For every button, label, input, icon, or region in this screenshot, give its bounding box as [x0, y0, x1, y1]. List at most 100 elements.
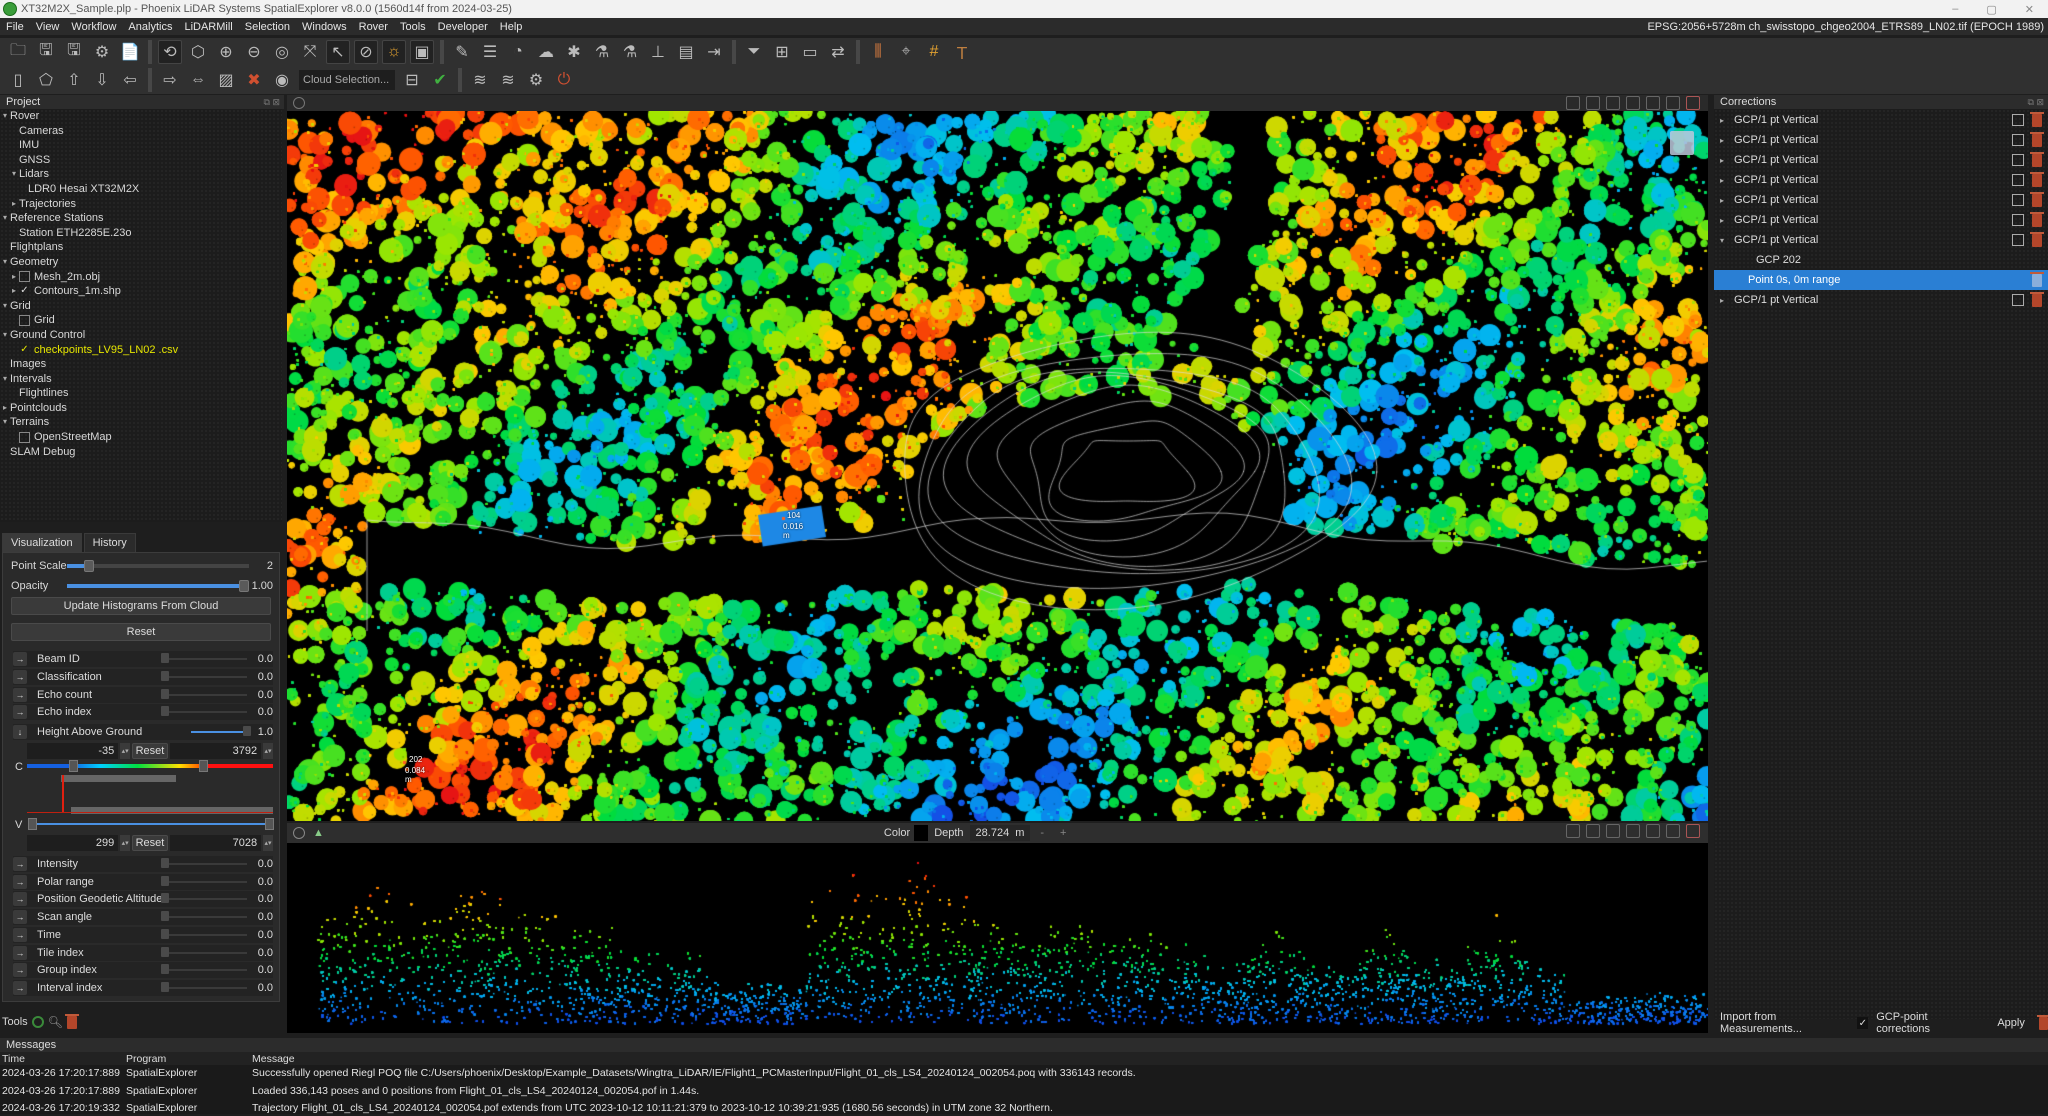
- attribute-slider[interactable]: [161, 653, 247, 663]
- split-vertical-icon[interactable]: [1646, 824, 1660, 838]
- eye-icon[interactable]: ◉: [270, 68, 294, 92]
- move-left-icon[interactable]: ⇦: [118, 68, 142, 92]
- tree-item[interactable]: ▾ Intervals: [0, 372, 282, 387]
- menu-windows[interactable]: Windows: [296, 21, 353, 33]
- attribute-slider[interactable]: [161, 893, 247, 904]
- trash-icon[interactable]: [2030, 111, 2044, 127]
- classify-icon[interactable]: ✱: [562, 40, 586, 64]
- tree-item[interactable]: ▾ Reference Stations: [0, 211, 282, 226]
- menu-lidarmill[interactable]: LiDARMill: [178, 21, 238, 33]
- depth-increase-button[interactable]: +: [1060, 827, 1066, 839]
- gcp-marker[interactable]: 202 0.084 m: [405, 755, 425, 784]
- correction-item[interactable]: ▸ GCP/1 pt Vertical: [1714, 130, 2048, 150]
- spin-arrows-icon[interactable]: ▴▾: [120, 835, 131, 851]
- arrow-right-icon[interactable]: →: [13, 874, 27, 889]
- orbit-icon[interactable]: ⟲: [158, 40, 182, 64]
- message-row[interactable]: 2024-03-26 17:20:17:889 SpatialExplorer Su…: [0, 1065, 2048, 1082]
- split-horizontal-icon[interactable]: [1666, 96, 1680, 110]
- minimize-button[interactable]: –: [1952, 3, 1958, 16]
- tree-item[interactable]: ▾ Rover: [0, 109, 282, 124]
- fit-extents-icon[interactable]: ⤧: [298, 40, 322, 64]
- correction-item[interactable]: ▸ GCP/1 pt Vertical: [1714, 150, 2048, 170]
- trash-icon[interactable]: [2030, 151, 2044, 167]
- tree-item[interactable]: ▾ Terrains: [0, 415, 282, 430]
- menu-selection[interactable]: Selection: [239, 21, 296, 33]
- tree-item[interactable]: Station ETH2285E.23o: [0, 226, 282, 241]
- expand-right-icon[interactable]: ▸: [1720, 216, 1734, 225]
- move-up-icon[interactable]: ⇧: [62, 68, 86, 92]
- tree-item[interactable]: ▸ Trajectories: [0, 197, 282, 212]
- save-icon[interactable]: 🖫: [34, 40, 58, 64]
- grid-icon[interactable]: #: [922, 40, 946, 64]
- project-settings-icon[interactable]: ⚙: [90, 40, 114, 64]
- attribute-slider[interactable]: [161, 911, 247, 922]
- tree-item[interactable]: SLAM Debug: [0, 445, 282, 460]
- message-row[interactable]: 2024-03-26 17:20:19:332 SpatialExplorer Tr…: [0, 1099, 2048, 1116]
- correction-item[interactable]: ▸ GCP/1 pt Vertical: [1714, 290, 2048, 310]
- power-icon[interactable]: ⏻: [552, 68, 576, 92]
- accept-icon[interactable]: ✔: [428, 68, 452, 92]
- tree-item[interactable]: ▾ Ground Control: [0, 328, 282, 343]
- depth-decrease-button[interactable]: -: [1040, 827, 1044, 839]
- col-message[interactable]: Message: [250, 1052, 2048, 1065]
- tree-item[interactable]: ▾ Grid: [0, 299, 282, 314]
- tree-item[interactable]: ▾ Lidars: [0, 167, 282, 182]
- expand-down-icon[interactable]: ▾: [0, 328, 10, 343]
- trash-icon[interactable]: [2030, 191, 2044, 207]
- save-as-icon[interactable]: 🖫: [62, 40, 86, 64]
- trash-icon[interactable]: [2030, 131, 2044, 147]
- col-program[interactable]: Program: [124, 1052, 250, 1065]
- move-right-icon[interactable]: ⇨: [158, 68, 182, 92]
- swap-icon[interactable]: ⇔: [186, 68, 210, 92]
- tree-item[interactable]: Cameras: [0, 124, 282, 139]
- profile-viewport[interactable]: [287, 843, 1708, 1033]
- arrow-right-icon[interactable]: →: [13, 669, 27, 684]
- profile-mode-icon[interactable]: ▲: [313, 827, 324, 839]
- flightlines-icon[interactable]: ☰: [478, 40, 502, 64]
- trajectory-tool-icon[interactable]: ✎: [450, 40, 474, 64]
- viewport-menu-icon[interactable]: [293, 97, 305, 109]
- open-external-icon[interactable]: [2012, 294, 2024, 306]
- crop-icon[interactable]: ⊟: [400, 68, 424, 92]
- report-icon[interactable]: ▤: [674, 40, 698, 64]
- orbit-icon[interactable]: [1606, 824, 1620, 838]
- collapse-arrow-icon[interactable]: ↓: [13, 725, 27, 739]
- camera-home-icon[interactable]: [1566, 824, 1580, 838]
- menu-help[interactable]: Help: [494, 21, 529, 33]
- reset-button[interactable]: Reset: [11, 623, 271, 641]
- menu-analytics[interactable]: Analytics: [122, 21, 178, 33]
- arrow-right-icon[interactable]: →: [13, 980, 27, 995]
- tree-item[interactable]: Images: [0, 357, 282, 372]
- tree-item[interactable]: ▸ Mesh_2m.obj: [0, 270, 282, 285]
- spin-arrows-icon[interactable]: ▴▾: [263, 835, 273, 851]
- arrow-right-icon[interactable]: →: [13, 892, 27, 907]
- gear-icon[interactable]: ⚙: [524, 68, 548, 92]
- attribute-slider[interactable]: [161, 981, 247, 992]
- nav-cube-icon[interactable]: [1670, 131, 1694, 155]
- split-horizontal-icon[interactable]: [1666, 824, 1680, 838]
- open-external-icon[interactable]: [2012, 174, 2024, 186]
- open-external-icon[interactable]: [2012, 234, 2024, 246]
- panel-float-close-icon[interactable]: ⧉ ⊠: [264, 97, 284, 108]
- message-row[interactable]: 2024-03-26 17:20:17:889 SpatialExplorer Lo…: [0, 1082, 2048, 1099]
- open-external-icon[interactable]: [2012, 154, 2024, 166]
- open-external-icon[interactable]: [2012, 114, 2024, 126]
- attribute-slider[interactable]: [161, 706, 247, 717]
- color-max-handle[interactable]: [199, 760, 208, 772]
- value-min-input[interactable]: 299: [27, 835, 119, 851]
- expand-right-icon[interactable]: ▸: [1720, 136, 1734, 145]
- export-report-icon[interactable]: 📄: [118, 40, 142, 64]
- xyz-transform-icon[interactable]: ⇄: [826, 40, 850, 64]
- point-child-item[interactable]: Point 0s, 0m range: [1714, 270, 2048, 290]
- expand-right-icon[interactable]: ▸: [1720, 116, 1734, 125]
- tree-item[interactable]: Flightlines: [0, 386, 282, 401]
- tab-visualization[interactable]: Visualization: [2, 533, 82, 552]
- value-min-handle[interactable]: [28, 818, 37, 830]
- attribute-slider[interactable]: [161, 670, 247, 681]
- tree-item[interactable]: Flightplans: [0, 240, 282, 255]
- value-max-handle[interactable]: [265, 818, 274, 830]
- spin-arrows-icon[interactable]: ▴▾: [120, 743, 131, 759]
- tab-history[interactable]: History: [83, 533, 136, 552]
- trash-icon[interactable]: [2030, 271, 2044, 287]
- expand-down-icon[interactable]: ▾: [1720, 236, 1734, 245]
